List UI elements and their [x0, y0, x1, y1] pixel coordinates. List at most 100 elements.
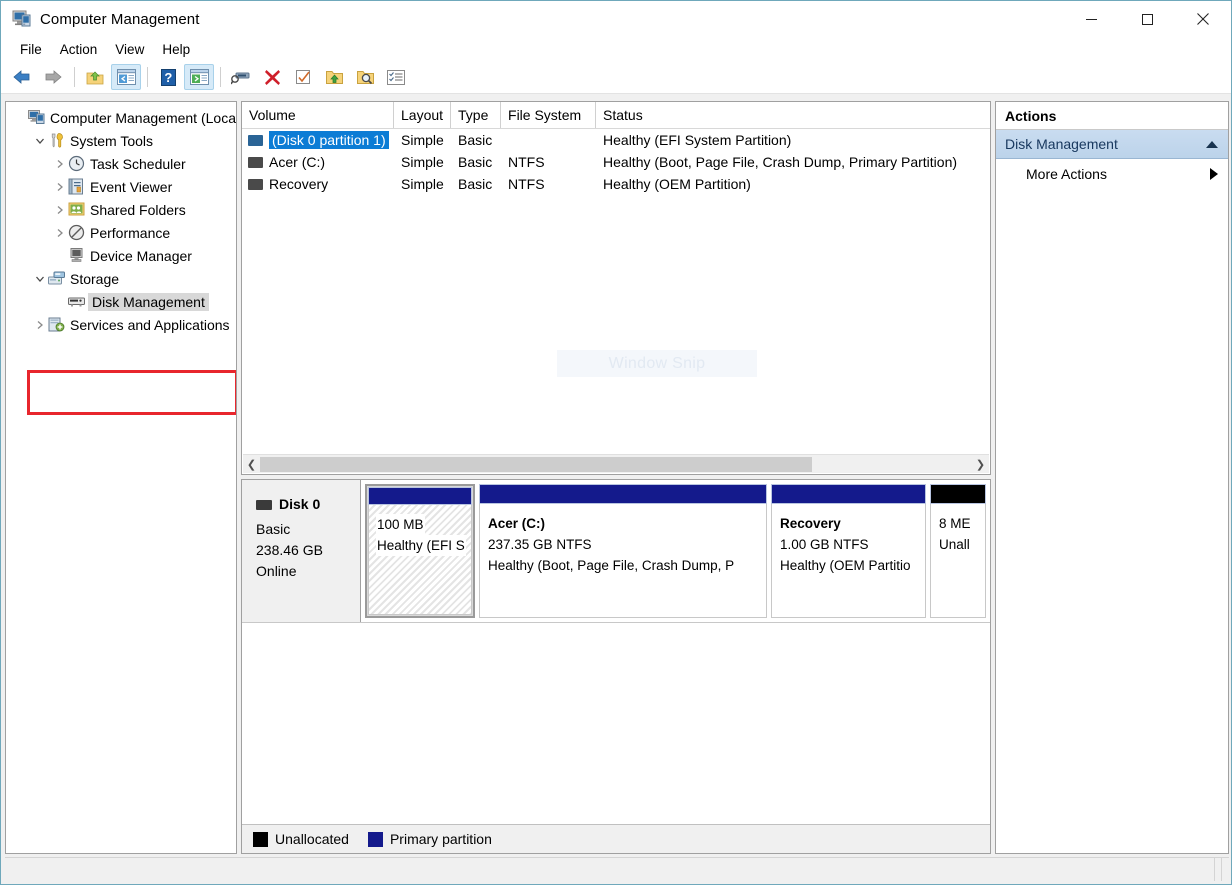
scroll-track[interactable] — [260, 456, 972, 473]
actions-group-disk-management[interactable]: Disk Management — [996, 130, 1228, 159]
help-icon[interactable]: ? — [153, 64, 183, 90]
computer-management-icon — [12, 10, 32, 28]
tree-node-performance[interactable]: Performance — [6, 221, 236, 244]
action-more-actions[interactable]: More Actions — [996, 159, 1228, 189]
storage-icon — [48, 270, 65, 287]
up-one-level-icon[interactable] — [80, 64, 110, 90]
legend-swatch — [253, 832, 268, 847]
column-header-file-system[interactable]: File System — [501, 102, 596, 128]
disk-row: Disk 0Basic238.46 GBOnline100 MBHealthy … — [242, 480, 990, 623]
chevron-right-icon[interactable] — [52, 156, 68, 172]
tree-node-computer-management-local[interactable]: Computer Management (Local) — [6, 106, 236, 129]
layout-cell: Simple — [394, 132, 451, 148]
chevron-right-icon[interactable] — [52, 225, 68, 241]
partition-status: Healthy (OEM Partitio — [779, 555, 918, 576]
partition-details: Acer (C:)237.35 GB NTFSHealthy (Boot, Pa… — [479, 504, 767, 618]
column-header-status[interactable]: Status — [596, 102, 990, 128]
column-header-layout[interactable]: Layout — [394, 102, 451, 128]
shared-folders-icon — [68, 201, 85, 218]
chevron-right-icon[interactable] — [1210, 168, 1218, 180]
tree-node-services-and-applications[interactable]: Services and Applications — [6, 313, 236, 336]
svg-text:?: ? — [164, 70, 172, 85]
actions-header: Actions — [996, 102, 1228, 130]
tree-node-storage[interactable]: Storage — [6, 267, 236, 290]
scroll-right-icon[interactable]: ❯ — [972, 456, 989, 473]
menu-view[interactable]: View — [106, 40, 153, 59]
partition-strip: 100 MBHealthy (EFI SAcer (C:)237.35 GB N… — [361, 480, 990, 622]
minimize-button[interactable] — [1063, 1, 1119, 37]
volume-name: (Disk 0 partition 1) — [269, 131, 389, 149]
type-cell: Basic — [451, 176, 501, 192]
partition-details: 8 MEUnall — [930, 504, 986, 618]
partition-color-bar — [930, 484, 986, 504]
menu-help[interactable]: Help — [153, 40, 199, 59]
device-manager-icon — [68, 247, 85, 264]
chevron-right-icon[interactable] — [52, 179, 68, 195]
tree-node-label: Disk Management — [88, 293, 209, 311]
find-folder-icon[interactable] — [350, 64, 380, 90]
export-list-icon[interactable] — [319, 64, 349, 90]
tree-node-label: Services and Applications — [70, 317, 230, 333]
drive-icon — [248, 179, 263, 190]
window-controls — [1063, 1, 1231, 37]
performance-icon — [68, 224, 85, 241]
event-viewer-icon — [68, 178, 85, 195]
chevron-down-icon[interactable] — [32, 271, 48, 287]
toolbar: ? — [1, 61, 1231, 94]
scroll-thumb[interactable] — [260, 457, 812, 472]
disk-management-pane: VolumeLayoutTypeFile SystemStatus (Disk … — [241, 101, 991, 854]
tree-node-system-tools[interactable]: System Tools — [6, 129, 236, 152]
volume-cell: (Disk 0 partition 1) — [242, 131, 394, 149]
menu-file[interactable]: File — [11, 40, 51, 59]
disk-name: Disk 0 — [279, 494, 320, 515]
status-segment-main — [5, 858, 1215, 881]
show-hide-action-pane-icon[interactable] — [184, 64, 214, 90]
partition-color-bar — [771, 484, 926, 504]
column-header-type[interactable]: Type — [451, 102, 501, 128]
chevron-down-icon[interactable] — [32, 133, 48, 149]
volume-row[interactable]: Acer (C:)SimpleBasicNTFSHealthy (Boot, P… — [242, 151, 990, 173]
disk-state: Online — [256, 561, 360, 582]
partition-status: Unall — [938, 534, 978, 555]
partition-block[interactable]: Acer (C:)237.35 GB NTFSHealthy (Boot, Pa… — [479, 484, 767, 618]
toolbar-separator — [220, 67, 221, 87]
forward-icon[interactable] — [38, 64, 68, 90]
column-header-volume[interactable]: Volume — [242, 102, 394, 128]
tree-node-shared-folders[interactable]: Shared Folders — [6, 198, 236, 221]
tree-node-label: Event Viewer — [90, 179, 172, 195]
close-button[interactable] — [1175, 1, 1231, 37]
clock-icon — [68, 155, 85, 172]
menu-action[interactable]: Action — [51, 40, 107, 59]
tree-node-event-viewer[interactable]: Event Viewer — [6, 175, 236, 198]
refresh-checkmark-icon[interactable] — [288, 64, 318, 90]
back-icon[interactable] — [7, 64, 37, 90]
properties-icon[interactable] — [226, 64, 256, 90]
tree-node-task-scheduler[interactable]: Task Scheduler — [6, 152, 236, 175]
volume-list-hscrollbar[interactable]: ❮ ❯ — [243, 454, 989, 473]
delete-icon[interactable] — [257, 64, 287, 90]
chevron-up-icon[interactable] — [1206, 141, 1218, 148]
type-cell: Basic — [451, 154, 501, 170]
partition-block[interactable]: 100 MBHealthy (EFI S — [365, 484, 475, 618]
scroll-left-icon[interactable]: ❮ — [243, 456, 260, 473]
list-view-icon[interactable] — [381, 64, 411, 90]
show-hide-console-tree-icon[interactable] — [111, 64, 141, 90]
tree-node-disk-management[interactable]: Disk Management — [6, 290, 236, 313]
partition-block[interactable]: 8 MEUnall — [930, 484, 986, 618]
chevron-right-icon[interactable] — [32, 317, 48, 333]
partition-color-bar — [368, 487, 472, 505]
system-tools-icon — [48, 132, 65, 149]
volume-row[interactable]: RecoverySimpleBasicNTFSHealthy (OEM Part… — [242, 173, 990, 195]
drive-icon — [248, 157, 263, 168]
window-snip-watermark: Window Snip — [557, 350, 757, 377]
legend-item: Primary partition — [368, 831, 492, 847]
partition-status: Healthy (Boot, Page File, Crash Dump, P — [487, 555, 759, 576]
partition-block[interactable]: Recovery1.00 GB NTFSHealthy (OEM Partiti… — [771, 484, 926, 618]
volume-row[interactable]: (Disk 0 partition 1)SimpleBasicHealthy (… — [242, 129, 990, 151]
tree-node-device-manager[interactable]: Device Manager — [6, 244, 236, 267]
partition-title: Acer (C:) — [487, 513, 759, 534]
disk-info-panel[interactable]: Disk 0Basic238.46 GBOnline — [242, 480, 361, 622]
chevron-right-icon[interactable] — [52, 202, 68, 218]
red-highlight-box — [27, 370, 237, 415]
maximize-button[interactable] — [1119, 1, 1175, 37]
